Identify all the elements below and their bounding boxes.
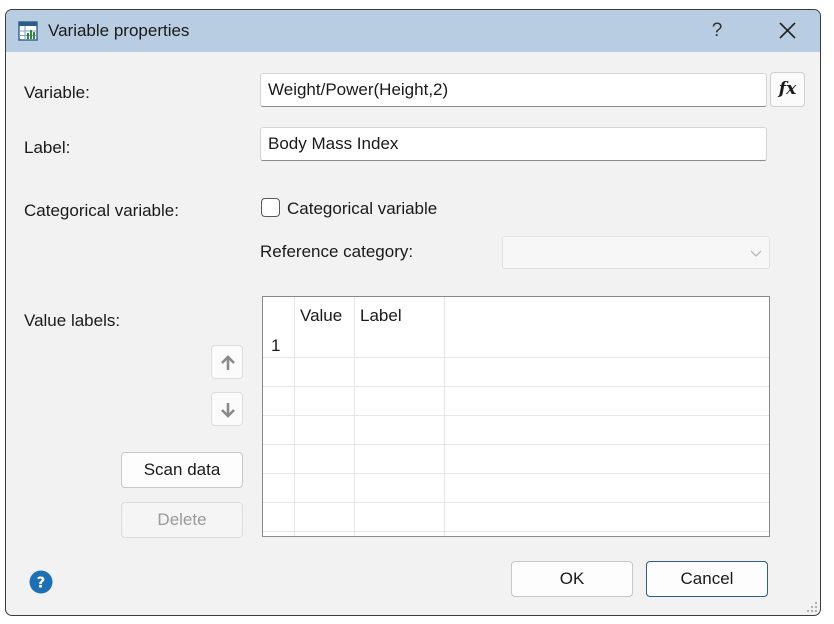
chevron-down-icon xyxy=(750,250,762,257)
categorical-variable-label: Categorical variable: xyxy=(24,201,179,220)
window-title: Variable properties xyxy=(48,21,190,40)
categorical-variable-checkbox-label[interactable]: Categorical variable xyxy=(287,199,437,219)
close-icon xyxy=(779,22,796,39)
value-labels-grid[interactable]: Value Label 1 xyxy=(262,296,770,537)
reference-category-select[interactable] xyxy=(502,236,770,269)
svg-text:?: ? xyxy=(37,574,46,592)
help-circle-icon[interactable]: ? xyxy=(29,570,53,594)
variable-label: Variable: xyxy=(24,83,90,102)
value-labels-label: Value labels: xyxy=(24,311,121,330)
formula-button[interactable]: fx xyxy=(770,72,805,107)
arrow-up-icon xyxy=(221,355,235,370)
categorical-variable-checkbox[interactable] xyxy=(261,198,280,217)
ok-button[interactable]: OK xyxy=(511,561,633,597)
move-down-button[interactable] xyxy=(211,392,243,426)
question-mark-icon[interactable]: ? xyxy=(703,16,731,46)
cancel-button[interactable]: Cancel xyxy=(646,561,768,597)
scan-data-button[interactable]: Scan data xyxy=(121,452,243,488)
variable-properties-dialog: Variable properties ? Variable: Weight/P… xyxy=(5,9,821,616)
delete-button[interactable]: Delete xyxy=(121,502,243,538)
column-header-label[interactable]: Label xyxy=(360,306,402,326)
resize-grip-icon[interactable] xyxy=(806,601,818,613)
label-label: Label: xyxy=(24,138,71,157)
row-number: 1 xyxy=(271,336,281,355)
column-header-value[interactable]: Value xyxy=(300,306,342,326)
arrow-down-icon xyxy=(221,403,235,418)
reference-category-label: Reference category: xyxy=(260,242,414,261)
table-chart-icon xyxy=(18,21,38,41)
label-input[interactable]: Body Mass Index xyxy=(260,127,767,161)
close-button[interactable] xyxy=(770,16,804,46)
move-up-button[interactable] xyxy=(211,345,243,379)
title-bar[interactable]: Variable properties ? xyxy=(6,10,820,52)
variable-input[interactable]: Weight/Power(Height,2) xyxy=(260,73,767,107)
